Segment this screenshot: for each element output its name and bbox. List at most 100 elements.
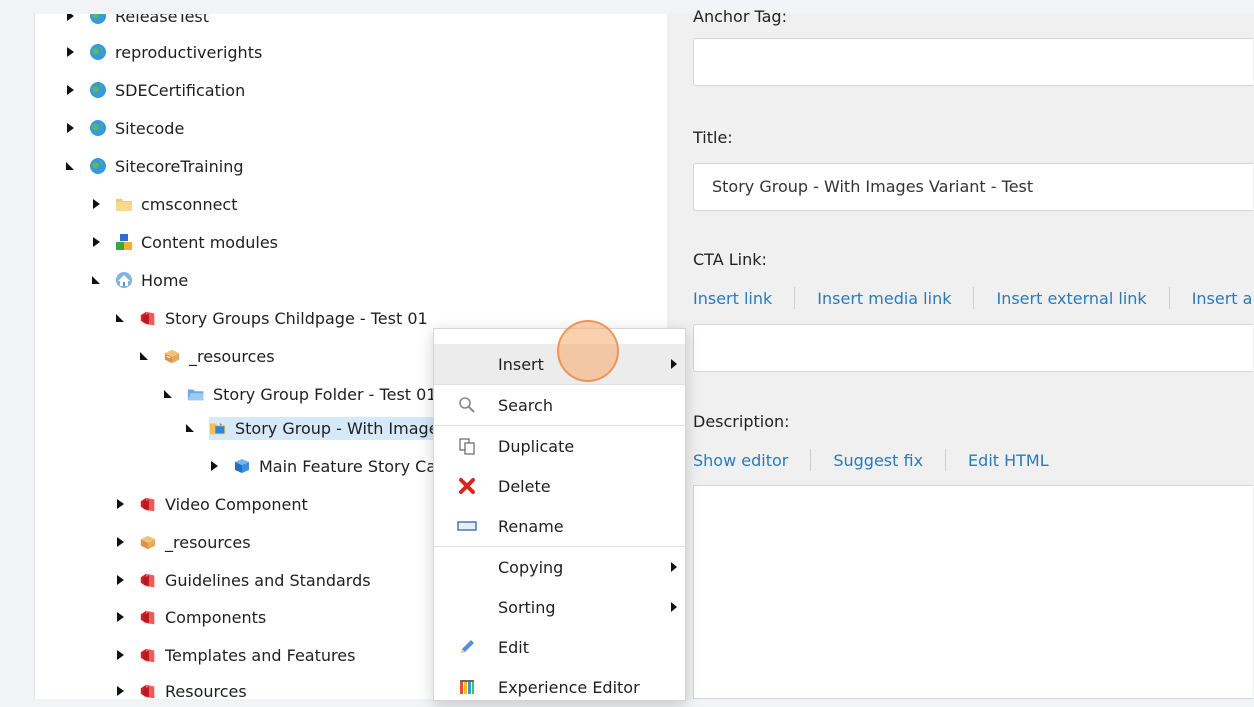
expand-arrow-icon[interactable] bbox=[115, 611, 125, 623]
item-editor-panel: Anchor Tag: Title: Story Group - With Im… bbox=[667, 7, 1254, 699]
tree-node-main-feature-story-card[interactable]: Main Feature Story Card bbox=[209, 450, 453, 482]
globe-icon bbox=[89, 14, 107, 25]
menu-item-label: Delete bbox=[498, 476, 551, 496]
description-toolbar: Show editor Suggest fix Edit HTML bbox=[693, 449, 1049, 471]
menu-item-label: Copying bbox=[498, 557, 564, 577]
tree-node-label: Content modules bbox=[141, 232, 279, 252]
tree-node-sdecertification[interactable]: SDECertification bbox=[65, 74, 245, 106]
tree-node-label: _resources bbox=[189, 346, 275, 366]
rename-icon bbox=[456, 515, 478, 537]
link-separator bbox=[810, 449, 812, 471]
cta-link-toolbar: Insert link Insert media link Insert ext… bbox=[693, 287, 1252, 309]
tree-node-resources[interactable]: _resources bbox=[115, 526, 251, 558]
menu-item-rename[interactable]: Rename bbox=[434, 506, 685, 546]
tree-node-label: Templates and Features bbox=[165, 645, 356, 665]
tree-node-story-group-folder[interactable]: Story Group Folder - Test 01 bbox=[163, 378, 437, 410]
title-label: Title: bbox=[693, 128, 733, 147]
cta-link-input[interactable] bbox=[693, 324, 1253, 372]
description-label: Description: bbox=[693, 412, 790, 431]
tree-node-resources-page[interactable]: Resources bbox=[115, 675, 247, 699]
expand-arrow-icon[interactable] bbox=[91, 236, 101, 248]
submenu-arrow-icon bbox=[671, 602, 677, 612]
insert-anchor-link[interactable]: Insert a bbox=[1192, 289, 1253, 308]
page-icon bbox=[139, 309, 157, 327]
menu-item-label: Rename bbox=[498, 516, 564, 536]
expand-arrow-icon[interactable] bbox=[209, 460, 219, 472]
box-icon bbox=[139, 533, 157, 551]
menu-item-label: Edit bbox=[498, 637, 529, 657]
show-editor-link[interactable]: Show editor bbox=[693, 451, 788, 470]
left-gutter bbox=[0, 14, 34, 699]
expand-arrow-icon[interactable] bbox=[115, 685, 125, 697]
globe-icon bbox=[89, 119, 107, 137]
description-textarea[interactable] bbox=[693, 485, 1253, 699]
menu-item-label: Search bbox=[498, 395, 553, 415]
expand-arrow-icon[interactable] bbox=[65, 122, 75, 134]
title-input[interactable]: Story Group - With Images Variant - Test bbox=[693, 163, 1253, 211]
tree-node-releasetest[interactable]: ReleaseTest bbox=[65, 14, 209, 32]
tree-node-label: _resources bbox=[165, 532, 251, 552]
expand-arrow-icon[interactable] bbox=[65, 46, 75, 58]
menu-item-edit[interactable]: Edit bbox=[434, 627, 685, 667]
story-group-icon bbox=[209, 419, 227, 437]
menu-item-experience-editor[interactable]: Experience Editor bbox=[434, 667, 685, 707]
tree-node-label: Home bbox=[141, 270, 189, 290]
menu-item-sorting[interactable]: Sorting bbox=[434, 587, 685, 627]
tree-node-reproductiverights[interactable]: reproductiverights bbox=[65, 36, 262, 68]
insert-link-link[interactable]: Insert link bbox=[693, 289, 772, 308]
tree-node-story-groups-childpage[interactable]: Story Groups Childpage - Test 01 bbox=[115, 302, 428, 334]
collapse-arrow-icon[interactable] bbox=[163, 388, 173, 400]
tree-node-cmsconnect[interactable]: cmsconnect bbox=[91, 188, 238, 220]
collapse-arrow-icon[interactable] bbox=[65, 160, 75, 172]
tree-node-guidelines-and-standards[interactable]: Guidelines and Standards bbox=[115, 564, 371, 596]
home-icon bbox=[115, 271, 133, 289]
cube-icon bbox=[233, 457, 251, 475]
tree-node-sitecode[interactable]: Sitecode bbox=[65, 112, 184, 144]
menu-item-label: Insert bbox=[498, 354, 544, 374]
menu-item-delete[interactable]: Delete bbox=[434, 466, 685, 506]
tree-node-video-component[interactable]: Video Component bbox=[115, 488, 308, 520]
link-separator bbox=[1168, 287, 1170, 309]
tree-node-home[interactable]: Home bbox=[91, 264, 188, 296]
anchor-tag-input[interactable] bbox=[693, 38, 1253, 86]
tree-node-label: SDECertification bbox=[115, 80, 246, 100]
tree-node-resources-expanded[interactable]: _resources bbox=[139, 340, 275, 372]
tree-node-label: Sitecode bbox=[115, 118, 185, 138]
link-separator bbox=[973, 287, 975, 309]
suggest-fix-link[interactable]: Suggest fix bbox=[833, 451, 923, 470]
context-menu: Insert Search Duplicate Delete Rename Co… bbox=[433, 328, 686, 701]
menu-item-search[interactable]: Search bbox=[434, 385, 685, 425]
tree-node-sitecoretraining[interactable]: SitecoreTraining bbox=[65, 150, 244, 182]
menu-item-duplicate[interactable]: Duplicate bbox=[434, 426, 685, 466]
delete-icon bbox=[456, 475, 478, 497]
expand-arrow-icon[interactable] bbox=[115, 536, 125, 548]
click-indicator bbox=[557, 320, 619, 382]
expand-arrow-icon[interactable] bbox=[115, 498, 125, 510]
expand-arrow-icon[interactable] bbox=[65, 14, 75, 22]
page-icon bbox=[139, 646, 157, 664]
edit-html-link[interactable]: Edit HTML bbox=[968, 451, 1049, 470]
tree-node-components[interactable]: Components bbox=[115, 601, 266, 633]
menu-item-copying[interactable]: Copying bbox=[434, 547, 685, 587]
tree-node-label: Main Feature Story Card bbox=[259, 456, 453, 476]
expand-arrow-icon[interactable] bbox=[115, 574, 125, 586]
link-separator bbox=[945, 449, 947, 471]
collapse-arrow-icon[interactable] bbox=[115, 312, 125, 324]
expand-arrow-icon[interactable] bbox=[91, 198, 101, 210]
collapse-arrow-icon[interactable] bbox=[185, 422, 195, 434]
expand-arrow-icon[interactable] bbox=[115, 649, 125, 661]
insert-media-link-link[interactable]: Insert media link bbox=[817, 289, 951, 308]
globe-icon bbox=[89, 157, 107, 175]
tree-node-label: Components bbox=[165, 607, 267, 627]
tree-node-templates-and-features[interactable]: Templates and Features bbox=[115, 639, 355, 671]
tree-node-label: Guidelines and Standards bbox=[165, 570, 371, 590]
collapse-arrow-icon[interactable] bbox=[91, 274, 101, 286]
tree-node-label: cmsconnect bbox=[141, 194, 238, 214]
expand-arrow-icon[interactable] bbox=[65, 84, 75, 96]
blue-folder-icon bbox=[187, 385, 205, 403]
insert-external-link-link[interactable]: Insert external link bbox=[996, 289, 1146, 308]
menu-item-label: Experience Editor bbox=[498, 677, 640, 697]
tree-node-label: Video Component bbox=[165, 494, 308, 514]
tree-node-content-modules[interactable]: Content modules bbox=[91, 226, 278, 258]
collapse-arrow-icon[interactable] bbox=[139, 350, 149, 362]
